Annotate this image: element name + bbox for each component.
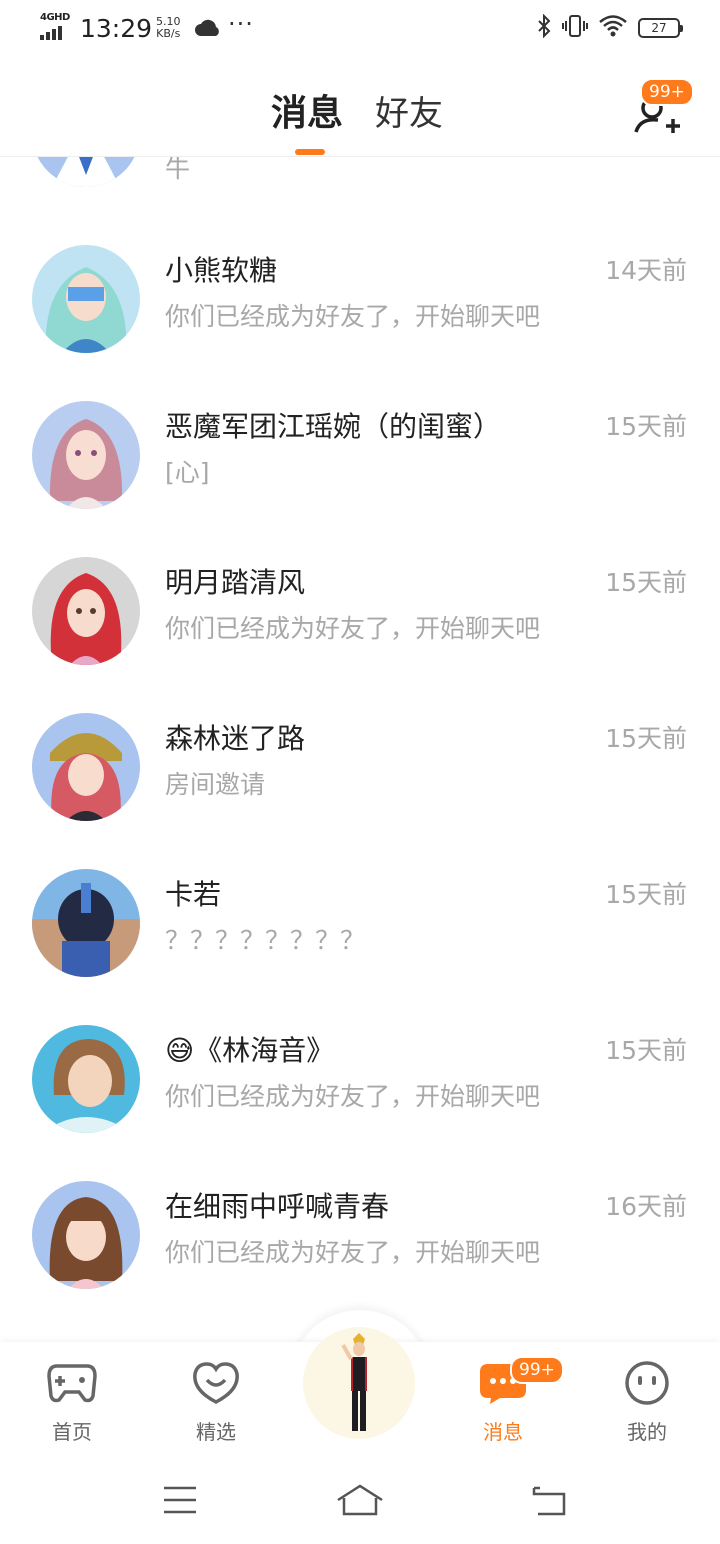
- back-icon: [532, 1486, 566, 1516]
- avatar: [32, 157, 140, 187]
- home-button[interactable]: [336, 1484, 384, 1520]
- active-tab-indicator: [295, 149, 325, 155]
- cloud-icon: [195, 18, 221, 42]
- message-preview: 你们已经成为好友了，开始聊天吧: [165, 302, 541, 331]
- contact-name: 森林迷了路: [165, 722, 306, 755]
- nav-profile[interactable]: 我的: [602, 1360, 692, 1445]
- character-avatar: [341, 1333, 367, 1431]
- nav-featured-label: 精选: [196, 1420, 236, 1444]
- conversation-list[interactable]: 牛 小熊软糖 你们已经成为好友了，开始聊天吧 14天前 恶魔军团江瑶婉（的闺蜜）…: [0, 157, 720, 1342]
- message-time: 16天前: [605, 1192, 687, 1221]
- signal-icon: [40, 26, 62, 40]
- nav-home[interactable]: 首页: [27, 1360, 117, 1445]
- avatar: [32, 557, 140, 665]
- conversation-item[interactable]: 恶魔军团江瑶婉（的闺蜜） [心] 15天前: [0, 401, 720, 557]
- contact-name: 在细雨中呼喊青春: [165, 1190, 390, 1223]
- vibrate-icon: [562, 14, 588, 42]
- back-button[interactable]: [530, 1484, 568, 1520]
- system-nav-bar: [0, 1458, 720, 1544]
- message-preview: [心]: [165, 458, 210, 487]
- more-notifications-icon: ···: [228, 10, 254, 38]
- gamepad-icon: [47, 1364, 97, 1403]
- avatar: [32, 1025, 140, 1133]
- message-time: 15天前: [605, 880, 687, 909]
- network-type: 4GHD: [40, 12, 70, 23]
- add-friend-button[interactable]: 99+: [628, 78, 694, 144]
- battery-icon: 27: [638, 18, 683, 38]
- conversation-item[interactable]: 😅《林海音》 你们已经成为好友了，开始聊天吧 15天前: [0, 1025, 720, 1181]
- conversation-item[interactable]: 卡若 ？？？？？？？？ 15天前: [0, 869, 720, 1025]
- message-preview: 房间邀请: [165, 770, 266, 799]
- conversation-item[interactable]: 明月踏清风 你们已经成为好友了，开始聊天吧 15天前: [0, 557, 720, 713]
- avatar: [32, 245, 140, 353]
- home-icon: [337, 1484, 383, 1516]
- message-preview: 牛: [165, 157, 191, 183]
- conversation-item[interactable]: 小熊软糖 你们已经成为好友了，开始聊天吧 14天前: [0, 245, 720, 401]
- nav-profile-label: 我的: [627, 1420, 667, 1444]
- contact-name: 卡若: [165, 878, 222, 911]
- contact-name: 😅《林海音》: [165, 1034, 335, 1067]
- avatar: [32, 1181, 140, 1289]
- status-right: 27: [536, 13, 683, 42]
- tab-messages[interactable]: 消息: [271, 84, 343, 136]
- smiley-icon: [625, 1361, 669, 1405]
- message-time: 15天前: [605, 1036, 687, 1065]
- message-time: 15天前: [605, 412, 687, 441]
- avatar: [32, 713, 140, 821]
- top-header: 消息 好友 99+: [0, 56, 720, 157]
- message-time: 15天前: [605, 568, 687, 597]
- message-preview: 你们已经成为好友了，开始聊天吧: [165, 1238, 541, 1267]
- status-bar: 4GHD 13:29 5.10 KB/s ··· 27: [0, 0, 720, 56]
- heart-chat-icon: [193, 1362, 239, 1404]
- message-preview: 你们已经成为好友了，开始聊天吧: [165, 1082, 541, 1111]
- wifi-icon: [598, 14, 628, 42]
- bluetooth-icon: [536, 13, 552, 42]
- avatar-3d-button[interactable]: [303, 1327, 415, 1439]
- contact-name: 明月踏清风: [165, 566, 306, 599]
- conversation-item[interactable]: 森林迷了路 房间邀请 15天前: [0, 713, 720, 869]
- menu-button[interactable]: [162, 1484, 198, 1520]
- clock: 13:29: [80, 14, 153, 43]
- network-speed: 5.10 KB/s: [156, 16, 181, 40]
- nav-messages-label: 消息: [483, 1420, 523, 1444]
- message-preview: ？？？？？？？？: [165, 926, 366, 955]
- message-preview: 你们已经成为好友了，开始聊天吧: [165, 614, 541, 643]
- message-time: 14天前: [605, 256, 687, 285]
- network-speed-unit: KB/s: [156, 27, 181, 40]
- menu-icon: [164, 1486, 196, 1514]
- contact-name: 小熊软糖: [165, 254, 278, 287]
- avatar: [32, 869, 140, 977]
- conversation-item[interactable]: 牛: [0, 157, 720, 195]
- avatar: [32, 401, 140, 509]
- friend-request-badge: 99+: [640, 78, 694, 106]
- nav-featured[interactable]: 精选: [171, 1360, 261, 1445]
- messages-unread-badge: 99+: [510, 1356, 564, 1384]
- nav-home-label: 首页: [52, 1420, 92, 1444]
- message-time: 15天前: [605, 724, 687, 753]
- tab-friends[interactable]: 好友: [375, 86, 443, 135]
- contact-name: 恶魔军团江瑶婉（的闺蜜）: [165, 410, 502, 443]
